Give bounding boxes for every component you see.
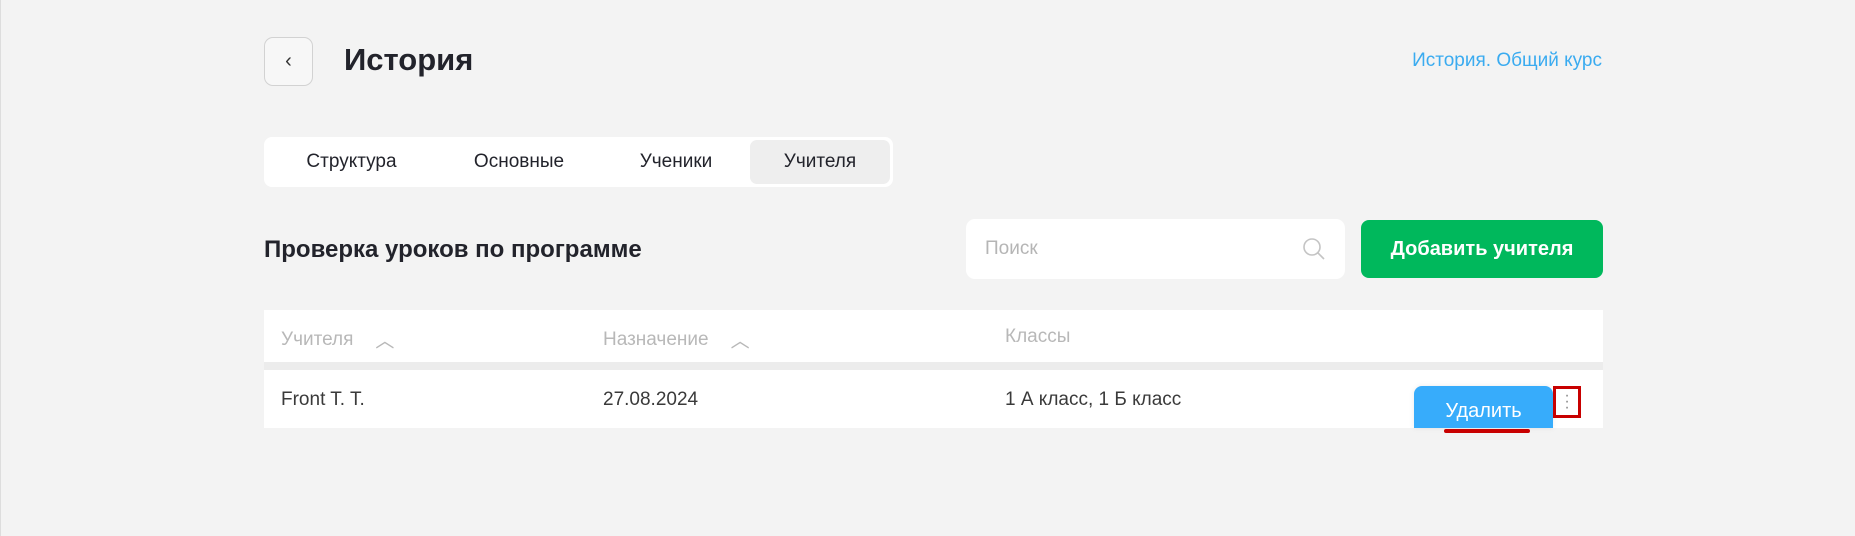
table-header: Учителя ︿ Назначение ︿ Классы bbox=[264, 310, 1603, 362]
column-teachers[interactable]: Учителя ︿ bbox=[281, 326, 394, 353]
column-assignment[interactable]: Назначение ︿ bbox=[603, 326, 750, 353]
tab-bar: Структура Основные Ученики Учителя bbox=[264, 137, 893, 187]
add-teacher-button[interactable]: Добавить учителя bbox=[1361, 220, 1603, 278]
table-row: Front T. T. 27.08.2024 1 А класс, 1 Б кл… bbox=[264, 370, 1603, 428]
tab-main[interactable]: Основные bbox=[436, 140, 602, 184]
column-classes: Классы bbox=[1005, 326, 1070, 348]
search-input[interactable]: Поиск bbox=[966, 219, 1345, 279]
section-title: Проверка уроков по программе bbox=[264, 236, 642, 263]
highlight-underline bbox=[1444, 429, 1530, 433]
tab-structure[interactable]: Структура bbox=[267, 140, 436, 184]
tab-students[interactable]: Ученики bbox=[602, 140, 750, 184]
column-label: Назначение bbox=[603, 328, 709, 350]
classes: 1 А класс, 1 Б класс bbox=[1005, 389, 1182, 410]
column-label: Классы bbox=[1005, 326, 1071, 347]
chevron-left-icon: ‹ bbox=[285, 50, 292, 72]
delete-button[interactable]: Удалить bbox=[1414, 386, 1553, 428]
page-title: История bbox=[344, 42, 474, 77]
search-placeholder: Поиск bbox=[985, 238, 1038, 259]
divider bbox=[264, 362, 1603, 370]
column-label: Учителя bbox=[281, 328, 354, 350]
sort-up-icon[interactable]: ︿ bbox=[375, 326, 394, 353]
sort-up-icon[interactable]: ︿ bbox=[731, 326, 750, 353]
back-button[interactable]: ‹ bbox=[264, 37, 313, 86]
more-options-icon[interactable]: · · · bbox=[1553, 386, 1581, 418]
course-link[interactable]: История. Общий курс bbox=[1412, 50, 1602, 72]
search-icon bbox=[1303, 238, 1325, 260]
tab-teachers[interactable]: Учителя bbox=[750, 140, 890, 184]
assignment-date: 27.08.2024 bbox=[603, 389, 699, 410]
teacher-name: Front T. T. bbox=[281, 389, 365, 410]
